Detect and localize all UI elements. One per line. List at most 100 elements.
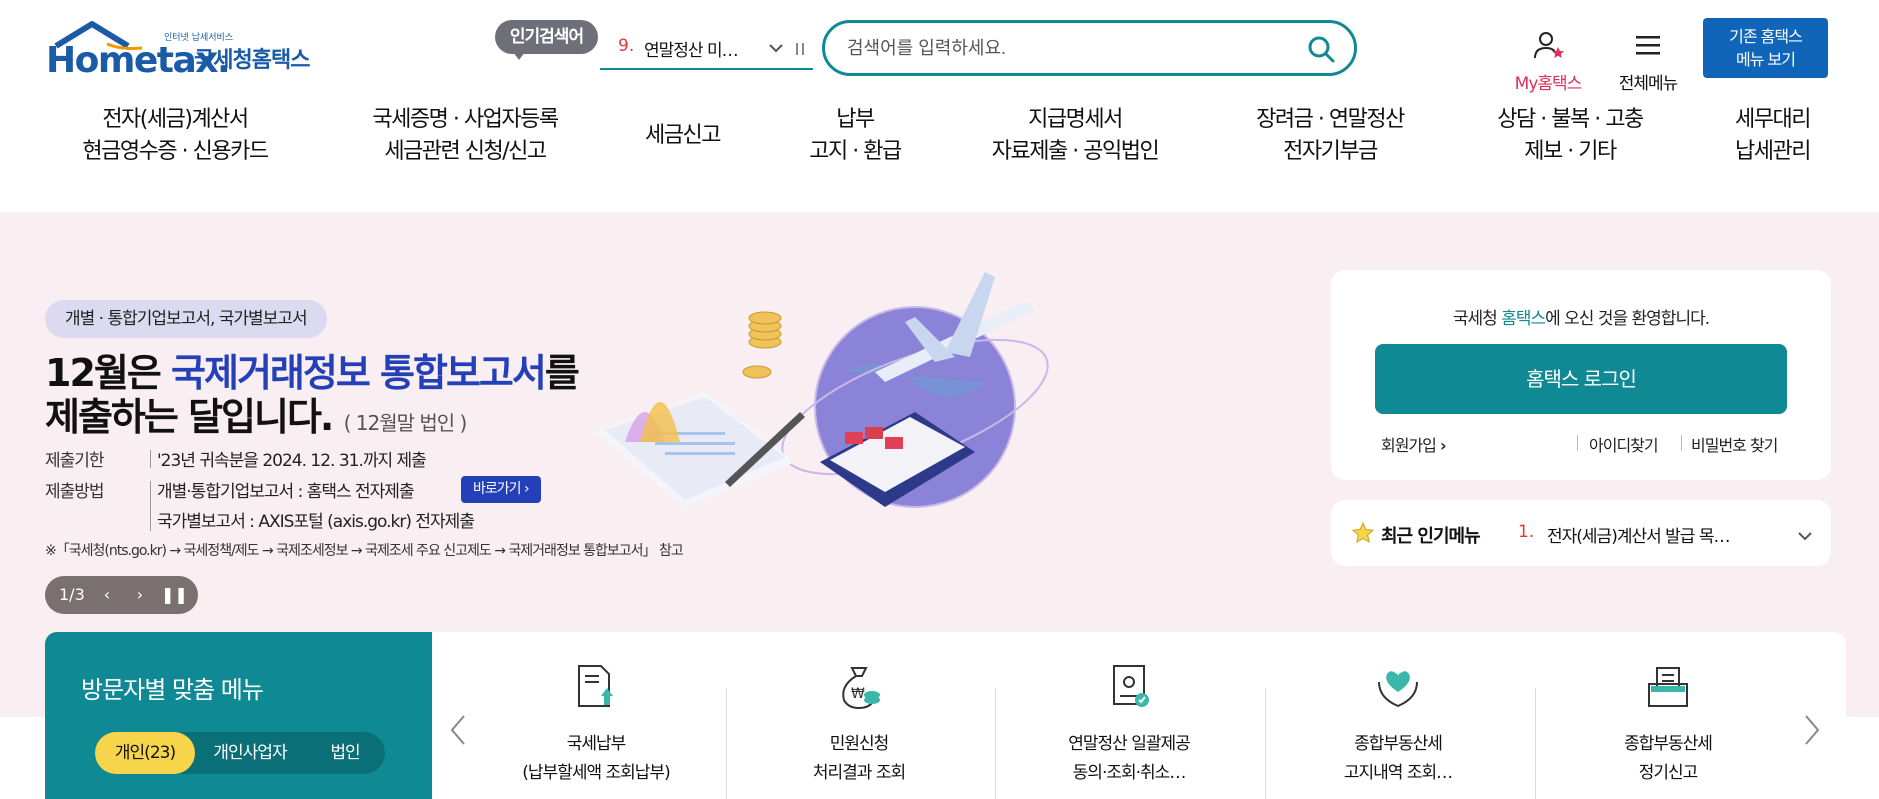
gnb-label: 세무대리 xyxy=(1735,107,1811,132)
gnb-label: 세금신고 xyxy=(645,123,721,148)
quick-item-label: 종합부동산세 xyxy=(1624,734,1713,754)
method-value-2: 국가별보고서 : AXIS포털 (axis.go.kr) 전자제출 xyxy=(157,512,475,532)
quick-item-label: 민원신청 xyxy=(829,734,890,754)
quick-item-property-tax-filing[interactable]: 종합부동산세 정기신고 xyxy=(1538,662,1798,788)
welcome-text: 국세청 xyxy=(1452,309,1502,329)
goto-button[interactable]: 바로가기 › xyxy=(461,476,541,503)
find-id-link[interactable]: 아이디찾기 xyxy=(1589,432,1659,456)
deadline-label: 제출기한 xyxy=(45,451,105,471)
gnb-label: 세금관련 신청/신고 xyxy=(384,139,547,164)
prev-slide-icon[interactable]: ‹ xyxy=(95,576,119,614)
slider-counter: 1/3 xyxy=(59,585,85,604)
my-hometax-button[interactable]: My홈택스 xyxy=(1508,30,1588,94)
method-value: 개별·통합기업보고서 : 홈택스 전자제출 xyxy=(157,482,415,502)
welcome-highlight: 홈택스 xyxy=(1501,309,1546,329)
divider xyxy=(150,450,151,468)
global-navigation: 전자(세금)계산서 현금영수증 · 신용카드 국세증명 · 사업자등록 세금관련… xyxy=(0,104,1879,180)
gnb-item-payment-statement[interactable]: 지급명세서 자료제출 · 공익법인 xyxy=(965,104,1185,168)
chevron-right-icon: › xyxy=(1439,436,1447,455)
quick-item-label: 정기신고 xyxy=(1638,763,1699,783)
banner-title-part: 제출하는 달입니다. xyxy=(45,395,334,439)
gnb-label: 국세증명 · 사업자등록 xyxy=(372,107,559,132)
next-slide-icon[interactable]: › xyxy=(128,576,152,614)
gnb-item-tax-filing[interactable]: 세금신고 xyxy=(630,120,735,152)
popular-search-rank: 9. xyxy=(618,36,635,56)
deadline-value: '23년 귀속분을 2024. 12. 31.까지 제출 xyxy=(157,451,427,471)
method-row: 제출방법 개별·통합기업보고서 : 홈택스 전자제출 xyxy=(45,477,415,531)
all-menu-button[interactable]: 전체메뉴 xyxy=(1612,30,1684,94)
all-menu-label: 전체메뉴 xyxy=(1618,74,1679,94)
popular-search-ticker[interactable]: 9. 연말정산 미… xyxy=(600,34,813,70)
login-card: 국세청 홈택스에 오신 것을 환영합니다. 홈택스 로그인 회원가입 › 아이디… xyxy=(1331,270,1831,480)
gnb-item-tax-agent[interactable]: 세무대리 납세관리 xyxy=(1715,104,1830,168)
gnb-item-consulting[interactable]: 상담 · 불복 · 고충 제보 · 기타 xyxy=(1480,104,1660,168)
gnb-label: 제보 · 기타 xyxy=(1524,139,1617,164)
gnb-item-einvoice[interactable]: 전자(세금)계산서 현금영수증 · 신용카드 xyxy=(60,104,290,168)
gnb-label: 장려금 · 연말정산 xyxy=(1256,107,1405,132)
divider xyxy=(150,481,151,531)
quick-item-label: (납부할세액 조회납부) xyxy=(522,763,670,783)
popular-search-term[interactable]: 연말정산 미… xyxy=(644,36,739,61)
chevron-left-icon[interactable] xyxy=(448,714,468,746)
divider xyxy=(1265,688,1266,799)
goto-label: 바로가기 xyxy=(473,481,522,497)
divider xyxy=(995,688,996,799)
gnb-label: 자료제출 · 공익법인 xyxy=(991,139,1160,164)
banner-illustration xyxy=(595,272,1049,508)
gnb-item-certificates[interactable]: 국세증명 · 사업자등록 세금관련 신청/신고 xyxy=(345,104,585,168)
hamburger-menu-icon xyxy=(1636,36,1660,55)
old-hometax-line1: 기존 홈택스 xyxy=(1729,27,1803,46)
gnb-item-incentives[interactable]: 장려금 · 연말정산 전자기부금 xyxy=(1230,104,1430,168)
popular-menu-rank: 1. xyxy=(1518,522,1535,542)
old-hometax-menu-button[interactable]: 기존 홈택스 메뉴 보기 xyxy=(1703,18,1828,78)
deadline-row: 제출기한 '23년 귀속분을 2024. 12. 31.까지 제출 xyxy=(45,446,427,471)
signup-link[interactable]: 회원가입 › xyxy=(1381,432,1447,456)
gnb-label: 납세관리 xyxy=(1735,139,1811,164)
chevron-down-icon[interactable] xyxy=(1795,526,1815,546)
popular-menu-bar[interactable]: 최근 인기메뉴 1. 전자(세금)계산서 발급 목… xyxy=(1331,500,1831,566)
tab-corporation[interactable]: 법인 xyxy=(305,732,385,774)
welcome-message: 국세청 홈택스에 오신 것을 환영합니다. xyxy=(1331,304,1831,329)
visitor-menu-title: 방문자별 맞춤 메뉴 xyxy=(81,676,264,704)
money-bag-icon: ₩ xyxy=(842,667,880,710)
logo-brand-korean: 국세청홈택스 xyxy=(194,48,310,73)
gnb-label: 지급명세서 xyxy=(1028,107,1123,132)
quick-menu-carousel: 국세납부 (납부할세액 조회납부) ₩ 민원신청 처리결과 조회 연말정산 일괄… xyxy=(432,632,1846,799)
visitor-menu-panel: 방문자별 맞춤 메뉴 개인(23) 개인사업자 법인 xyxy=(45,632,432,799)
banner-title-part: 를 xyxy=(544,351,580,395)
certificate-icon xyxy=(1113,665,1149,707)
quick-item-property-tax-notice[interactable]: 종합부동산세 고지내역 조회… xyxy=(1268,662,1528,788)
pause-icon[interactable] xyxy=(794,42,806,56)
chevron-down-icon[interactable] xyxy=(766,38,786,58)
pause-slide-icon[interactable]: ❚❚ xyxy=(161,576,188,614)
tab-sole-proprietor[interactable]: 개인사업자 xyxy=(195,732,305,774)
quick-item-label: 처리결과 조회 xyxy=(812,763,906,783)
quick-item-year-end-settlement[interactable]: 연말정산 일괄제공 동의·조회·취소… xyxy=(999,662,1259,788)
find-password-link[interactable]: 비밀번호 찾기 xyxy=(1691,432,1778,456)
gnb-label: 납부 xyxy=(836,107,875,132)
quick-item-civil-petition[interactable]: ₩ 민원신청 처리결과 조회 xyxy=(729,662,989,788)
search-input[interactable] xyxy=(847,33,1287,63)
banner-note: ※「국세청(nts.go.kr) → 국세정책/제도 → 국제조세정보 → 국제… xyxy=(45,543,684,559)
search-box xyxy=(822,20,1357,76)
site-header: 인터넷 납세서비스 Hometax. 국세청홈택스 인기검색어 9. 연말정산 … xyxy=(0,0,1879,212)
gnb-label: 상담 · 불복 · 고충 xyxy=(1497,107,1644,132)
my-hometax-label: My홈택스 xyxy=(1514,74,1583,94)
document-upload-icon xyxy=(578,665,613,707)
banner-title-note: ( 12월말 법인 ) xyxy=(343,411,468,435)
hometax-login-button[interactable]: 홈택스 로그인 xyxy=(1375,344,1787,414)
tab-individual[interactable]: 개인(23) xyxy=(95,732,195,774)
quick-item-label: 고지내역 조회… xyxy=(1343,763,1453,783)
popular-menu-item[interactable]: 전자(세금)계산서 발급 목… xyxy=(1547,522,1730,547)
slider-controls: 1/3 ‹ › ❚❚ xyxy=(45,576,198,614)
quick-item-tax-payment[interactable]: 국세납부 (납부할세액 조회납부) xyxy=(466,662,726,788)
star-icon xyxy=(1351,521,1375,544)
popular-search-badge: 인기검색어 xyxy=(495,20,598,60)
method-label: 제출방법 xyxy=(45,482,105,502)
hometax-logo[interactable]: 인터넷 납세서비스 Hometax. 국세청홈택스 xyxy=(46,18,316,84)
gnb-item-payment[interactable]: 납부 고지 · 환급 xyxy=(785,104,925,168)
chevron-right-icon[interactable] xyxy=(1802,714,1822,746)
quick-item-label: 국세납부 xyxy=(566,734,627,754)
quick-item-label: 종합부동산세 xyxy=(1354,734,1443,754)
search-icon[interactable] xyxy=(1306,34,1336,64)
